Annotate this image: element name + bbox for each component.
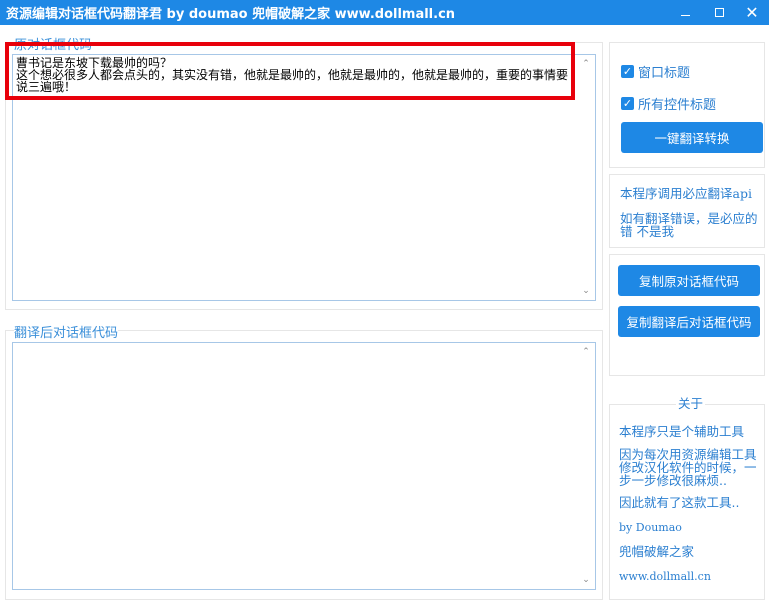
all-controls-checkbox-label: 所有控件标题 — [638, 98, 717, 113]
translate-button[interactable]: 一键翻译转换 — [621, 122, 763, 153]
checkbox-checked-icon[interactable]: ✓ — [621, 65, 634, 78]
maximize-button[interactable] — [702, 0, 736, 25]
title-bar: 资源编辑对话框代码翻译君 by doumao 兜帽破解之家 www.dollma… — [0, 0, 769, 25]
scroll-down-icon[interactable]: ⌄ — [581, 575, 591, 585]
window-title-checkbox[interactable]: ✓ 窗口标题 — [621, 62, 690, 81]
translated-code-label: 翻译后对话框代码 — [14, 322, 119, 341]
translated-scrollbar[interactable]: ⌃ ⌄ — [578, 344, 594, 588]
about-line-4: by Doumao — [619, 521, 682, 534]
api-note: 本程序调用必应翻译api — [620, 186, 752, 201]
copy-translated-button[interactable]: 复制翻译后对话框代码 — [618, 306, 760, 337]
scroll-up-icon[interactable]: ⌃ — [581, 347, 591, 357]
minimize-icon — [680, 15, 690, 16]
about-title: 关于 — [676, 396, 706, 411]
highlight-annotation — [5, 42, 575, 100]
original-scrollbar[interactable]: ⌃ ⌄ — [578, 56, 594, 299]
window-title: 资源编辑对话框代码翻译君 by doumao 兜帽破解之家 www.dollma… — [6, 7, 456, 22]
checkbox-checked-icon[interactable]: ✓ — [621, 97, 634, 110]
window-title-checkbox-label: 窗口标题 — [638, 66, 691, 81]
about-line-5: 兜帽破解之家 — [619, 544, 695, 559]
scroll-up-icon[interactable]: ⌃ — [581, 59, 591, 69]
scroll-down-icon[interactable]: ⌄ — [581, 286, 591, 296]
about-line-1: 本程序只是个辅助工具 — [619, 424, 745, 439]
minimize-button[interactable] — [668, 0, 702, 25]
translated-code-textarea[interactable]: ⌃ ⌄ — [12, 342, 596, 590]
about-line-6: www.dollmall.cn — [619, 570, 711, 583]
maximize-icon — [714, 8, 724, 17]
error-note: 如有翻译错误，是必应的错 不是我 — [620, 211, 758, 239]
about-line-3: 因此就有了这款工具.. — [619, 495, 740, 510]
close-button[interactable]: ✕ — [735, 0, 769, 25]
close-icon: ✕ — [745, 2, 759, 22]
about-line-2: 因为每次用资源编辑工具修改汉化软件的时候，一步一步修改很麻烦.. — [619, 447, 757, 488]
all-controls-checkbox[interactable]: ✓ 所有控件标题 — [621, 94, 716, 113]
copy-original-button[interactable]: 复制原对话框代码 — [618, 265, 760, 296]
